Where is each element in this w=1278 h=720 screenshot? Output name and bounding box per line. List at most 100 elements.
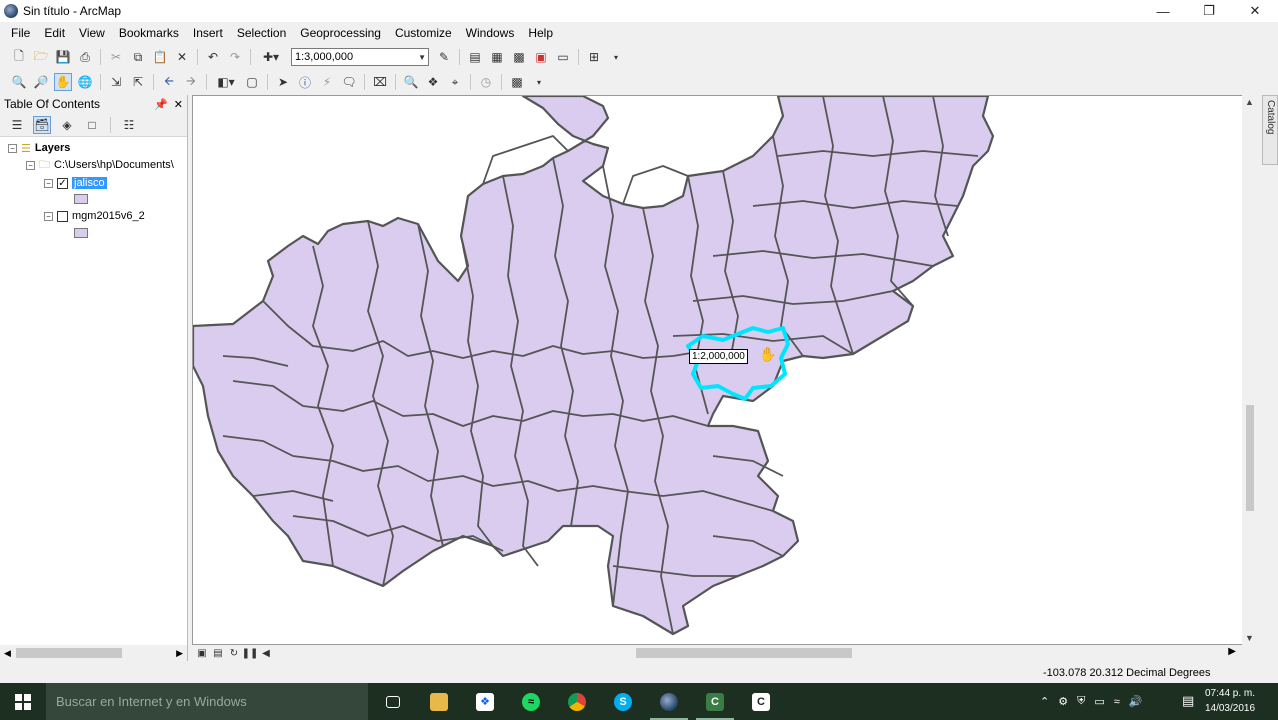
- search-window-icon[interactable]: ▩: [510, 48, 528, 66]
- tree-row-folder[interactable]: − 🗀 C:\Users\hp\Documents\: [26, 157, 174, 173]
- arctoolbox-icon[interactable]: ▣: [532, 48, 550, 66]
- scroll-right-icon[interactable]: ▶: [176, 648, 183, 659]
- menu-geoprocessing[interactable]: Geoprocessing: [293, 22, 388, 44]
- measure-icon[interactable]: ⌧: [371, 73, 389, 91]
- scroll-left-icon[interactable]: ◀: [4, 648, 11, 659]
- undo-icon[interactable]: ↶: [204, 48, 222, 66]
- pause-drawing-icon[interactable]: ❚❚: [242, 647, 259, 659]
- layer-symbol-swatch[interactable]: [74, 194, 88, 204]
- scrollbar-thumb[interactable]: [16, 648, 122, 658]
- redo-icon[interactable]: ↷: [226, 48, 244, 66]
- menu-insert[interactable]: Insert: [186, 22, 230, 44]
- map-vertical-scrollbar[interactable]: ▲ ▼: [1242, 95, 1258, 645]
- taskbar-search-box[interactable]: Buscar en Internet y en Windows: [46, 683, 368, 720]
- minimize-button[interactable]: —: [1140, 0, 1186, 22]
- menu-selection[interactable]: Selection: [230, 22, 293, 44]
- toolbar-options-icon[interactable]: ▾: [607, 48, 625, 66]
- map-horizontal-scrollbar-thumb[interactable]: [636, 648, 852, 658]
- menu-help[interactable]: Help: [521, 22, 560, 44]
- action-center-icon[interactable]: ▤: [1182, 693, 1194, 709]
- toc-window-icon[interactable]: ▤: [466, 48, 484, 66]
- layer-visibility-checkbox[interactable]: [57, 210, 68, 222]
- new-document-icon[interactable]: 🗋: [10, 48, 28, 66]
- back-extent-icon[interactable]: 🡨: [160, 73, 178, 91]
- map-scale-combo[interactable]: 1:3,000,000 ▼: [291, 48, 429, 66]
- catalog-window-icon[interactable]: ▦: [488, 48, 506, 66]
- catalog-side-tab[interactable]: Catalog: [1262, 95, 1278, 165]
- layout-view-icon[interactable]: ▤: [212, 647, 224, 659]
- volume-icon[interactable]: 🔊: [1129, 695, 1143, 708]
- chrome-icon[interactable]: [554, 683, 600, 720]
- data-view-icon[interactable]: ▣: [196, 647, 208, 659]
- save-icon[interactable]: 💾: [54, 48, 72, 66]
- menu-bookmarks[interactable]: Bookmarks: [112, 22, 186, 44]
- python-window-icon[interactable]: ▭: [554, 48, 572, 66]
- list-by-visibility-icon[interactable]: ◈: [58, 116, 76, 134]
- collapse-icon[interactable]: −: [8, 143, 17, 153]
- find-route-icon[interactable]: ❖: [424, 73, 442, 91]
- close-icon[interactable]: ✕: [174, 98, 183, 111]
- scroll-up-icon[interactable]: ▲: [1245, 97, 1254, 107]
- task-view-icon[interactable]: [370, 683, 416, 720]
- start-button[interactable]: [0, 683, 46, 720]
- layer-visibility-checkbox[interactable]: ✓: [57, 177, 68, 189]
- toolbar-options-icon[interactable]: ▾: [530, 73, 548, 91]
- editor-toolbar-icon[interactable]: ✎: [435, 48, 453, 66]
- menu-file[interactable]: File: [4, 22, 37, 44]
- toc-horizontal-scrollbar[interactable]: ◀ ▶: [0, 645, 187, 661]
- layer-name[interactable]: mgm2015v6_2: [72, 210, 145, 222]
- modelbuilder-icon[interactable]: ⊞: [585, 48, 603, 66]
- close-button[interactable]: ✕: [1232, 0, 1278, 22]
- zoom-out-icon[interactable]: 🔎: [32, 73, 50, 91]
- restore-button[interactable]: ❐: [1186, 0, 1232, 22]
- network-share-icon[interactable]: ⚙: [1058, 695, 1068, 708]
- select-features-icon[interactable]: ◧▾: [213, 73, 239, 91]
- paste-icon[interactable]: 📋: [151, 48, 169, 66]
- layer-symbol-swatch[interactable]: [74, 228, 88, 238]
- fixed-zoom-in-icon[interactable]: ⇲: [107, 73, 125, 91]
- arcmap-task-icon[interactable]: [646, 683, 692, 720]
- file-explorer-icon[interactable]: [416, 683, 462, 720]
- list-by-drawing-order-icon[interactable]: ☰: [8, 116, 26, 134]
- wifi-icon[interactable]: ≈: [1114, 696, 1120, 708]
- full-extent-icon[interactable]: 🌐: [76, 73, 94, 91]
- delete-icon[interactable]: ✕: [173, 48, 191, 66]
- create-viewer-icon[interactable]: ▩: [508, 73, 526, 91]
- refresh-icon[interactable]: ↻: [228, 647, 240, 659]
- print-icon[interactable]: ⎙: [76, 48, 94, 66]
- menu-customize[interactable]: Customize: [388, 22, 459, 44]
- menu-edit[interactable]: Edit: [37, 22, 72, 44]
- tree-row-layer-jalisco[interactable]: − ✓ jalisco: [44, 175, 107, 191]
- camtasia-studio-icon[interactable]: C: [738, 683, 784, 720]
- select-elements-icon[interactable]: ➤: [274, 73, 292, 91]
- toc-options-icon[interactable]: ☷: [120, 116, 138, 134]
- battery-icon[interactable]: ▭: [1094, 695, 1104, 708]
- collapse-icon[interactable]: −: [26, 160, 35, 170]
- scrollbar-thumb[interactable]: [1246, 405, 1254, 511]
- cut-icon[interactable]: ✂: [107, 48, 125, 66]
- fixed-zoom-out-icon[interactable]: ⇱: [129, 73, 147, 91]
- taskbar-clock[interactable]: 07:44 p. m. 14/03/2016: [1200, 686, 1260, 716]
- scroll-left-icon[interactable]: ◀: [260, 647, 272, 659]
- find-icon[interactable]: 🔍: [402, 73, 420, 91]
- scroll-right-icon[interactable]: ▶: [1228, 646, 1236, 657]
- skype-icon[interactable]: S: [600, 683, 646, 720]
- clear-selection-icon[interactable]: ▢: [243, 73, 261, 91]
- menu-windows[interactable]: Windows: [459, 22, 522, 44]
- camtasia-recorder-icon[interactable]: C: [692, 683, 738, 720]
- show-hidden-icons-icon[interactable]: ⌃: [1040, 695, 1049, 708]
- tree-row-layer-mgm[interactable]: − mgm2015v6_2: [44, 208, 145, 224]
- collapse-icon[interactable]: −: [44, 178, 53, 188]
- spotify-icon[interactable]: ≈: [508, 683, 554, 720]
- add-data-icon[interactable]: ✚▾: [257, 48, 285, 66]
- pan-icon[interactable]: ✋: [54, 73, 72, 91]
- map-display[interactable]: 1:2,000,000 ✋: [192, 95, 1258, 645]
- copy-icon[interactable]: ⧉: [129, 48, 147, 66]
- chevron-down-icon[interactable]: ▼: [418, 53, 426, 62]
- dropbox-icon[interactable]: ❖: [462, 683, 508, 720]
- time-slider-icon[interactable]: ◷: [477, 73, 495, 91]
- go-to-xy-icon[interactable]: ⌖: [446, 73, 464, 91]
- scroll-down-icon[interactable]: ▼: [1245, 633, 1254, 643]
- layer-name[interactable]: jalisco: [72, 177, 107, 189]
- html-popup-icon[interactable]: 🗨: [340, 73, 358, 91]
